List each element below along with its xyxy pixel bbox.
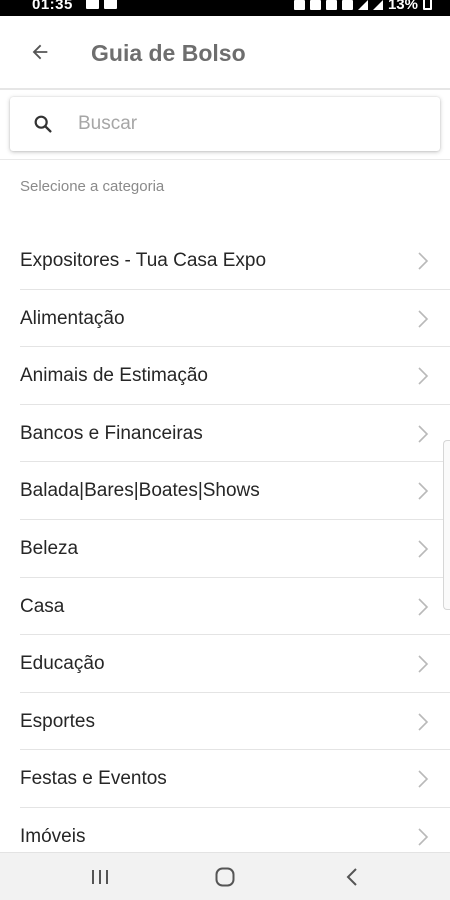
category-item-animais[interactable]: Animais de Estimação xyxy=(20,347,450,405)
chevron-right-icon xyxy=(418,367,429,385)
recent-apps-icon xyxy=(92,870,108,884)
status-time: 01:35 xyxy=(32,0,73,13)
chevron-right-icon xyxy=(418,310,429,328)
back-chevron-icon xyxy=(346,868,357,886)
image-notification-icon xyxy=(86,0,99,9)
mute-icon xyxy=(325,0,337,10)
chevron-right-icon xyxy=(418,770,429,788)
chevron-right-icon xyxy=(418,425,429,443)
arrow-left-icon xyxy=(32,44,48,60)
alarm-icon xyxy=(309,0,321,10)
category-label: Imóveis xyxy=(20,825,86,847)
category-label: Festas e Eventos xyxy=(20,768,167,790)
home-icon xyxy=(215,867,235,887)
category-list: Expositores - Tua Casa Expo Alimentação … xyxy=(0,232,450,866)
category-label: Beleza xyxy=(20,537,79,559)
category-label: Balada|Bares|Boates|Shows xyxy=(20,480,260,502)
category-item-esportes[interactable]: Esportes xyxy=(20,693,450,751)
category-item-beleza[interactable]: Beleza xyxy=(20,520,450,578)
scrollbar[interactable] xyxy=(443,440,450,610)
page-title: Guia de Bolso xyxy=(91,40,246,66)
chevron-right-icon xyxy=(418,252,429,270)
category-item-bancos[interactable]: Bancos e Financeiras xyxy=(20,405,450,463)
chevron-right-icon xyxy=(418,828,429,846)
gallery-notification-icon xyxy=(104,0,117,9)
search-box[interactable] xyxy=(10,97,440,151)
battery-icon xyxy=(423,0,432,10)
chevron-right-icon xyxy=(418,597,429,616)
category-label: Bancos e Financeiras xyxy=(20,422,203,444)
chevron-right-icon xyxy=(418,655,429,673)
system-back-button[interactable] xyxy=(332,861,372,893)
home-button[interactable] xyxy=(205,861,245,893)
chevron-right-icon xyxy=(418,482,429,500)
battery-percentage: 13% xyxy=(387,0,418,13)
category-item-educacao[interactable]: Educação xyxy=(20,635,450,693)
search-icon xyxy=(34,115,52,133)
category-label: Expositores - Tua Casa Expo xyxy=(20,250,267,271)
wifi-icon xyxy=(341,0,353,10)
category-label: Animais de Estimação xyxy=(20,365,208,387)
category-label: Esportes xyxy=(20,710,95,732)
category-item-festas[interactable]: Festas e Eventos xyxy=(20,750,450,808)
notification-icons xyxy=(86,0,117,9)
back-button[interactable] xyxy=(22,34,58,70)
system-nav-bar xyxy=(0,852,450,900)
recent-apps-button[interactable] xyxy=(80,861,120,893)
category-heading: Selecione a categoria xyxy=(20,178,165,195)
signal-icon-2 xyxy=(372,0,383,10)
app-bar: Guia de Bolso xyxy=(0,16,450,88)
category-item-expositores[interactable]: Expositores - Tua Casa Expo xyxy=(20,232,450,290)
app-bar-divider xyxy=(0,88,450,90)
category-label: Educação xyxy=(20,653,105,675)
category-label: Casa xyxy=(20,595,65,617)
category-item-balada[interactable]: Balada|Bares|Boates|Shows xyxy=(20,462,450,520)
signal-icon xyxy=(357,0,368,10)
category-item-casa[interactable]: Casa xyxy=(20,578,450,636)
search-divider xyxy=(0,159,450,160)
chevron-right-icon xyxy=(418,713,429,731)
category-item-alimentacao[interactable]: Alimentação xyxy=(20,290,450,348)
chevron-right-icon xyxy=(418,540,429,558)
nfc-icon xyxy=(293,0,305,10)
category-label: Alimentação xyxy=(20,307,125,329)
status-indicators: 13% xyxy=(293,0,432,13)
search-input[interactable] xyxy=(78,107,418,141)
status-bar: 01:35 13% xyxy=(0,0,450,16)
